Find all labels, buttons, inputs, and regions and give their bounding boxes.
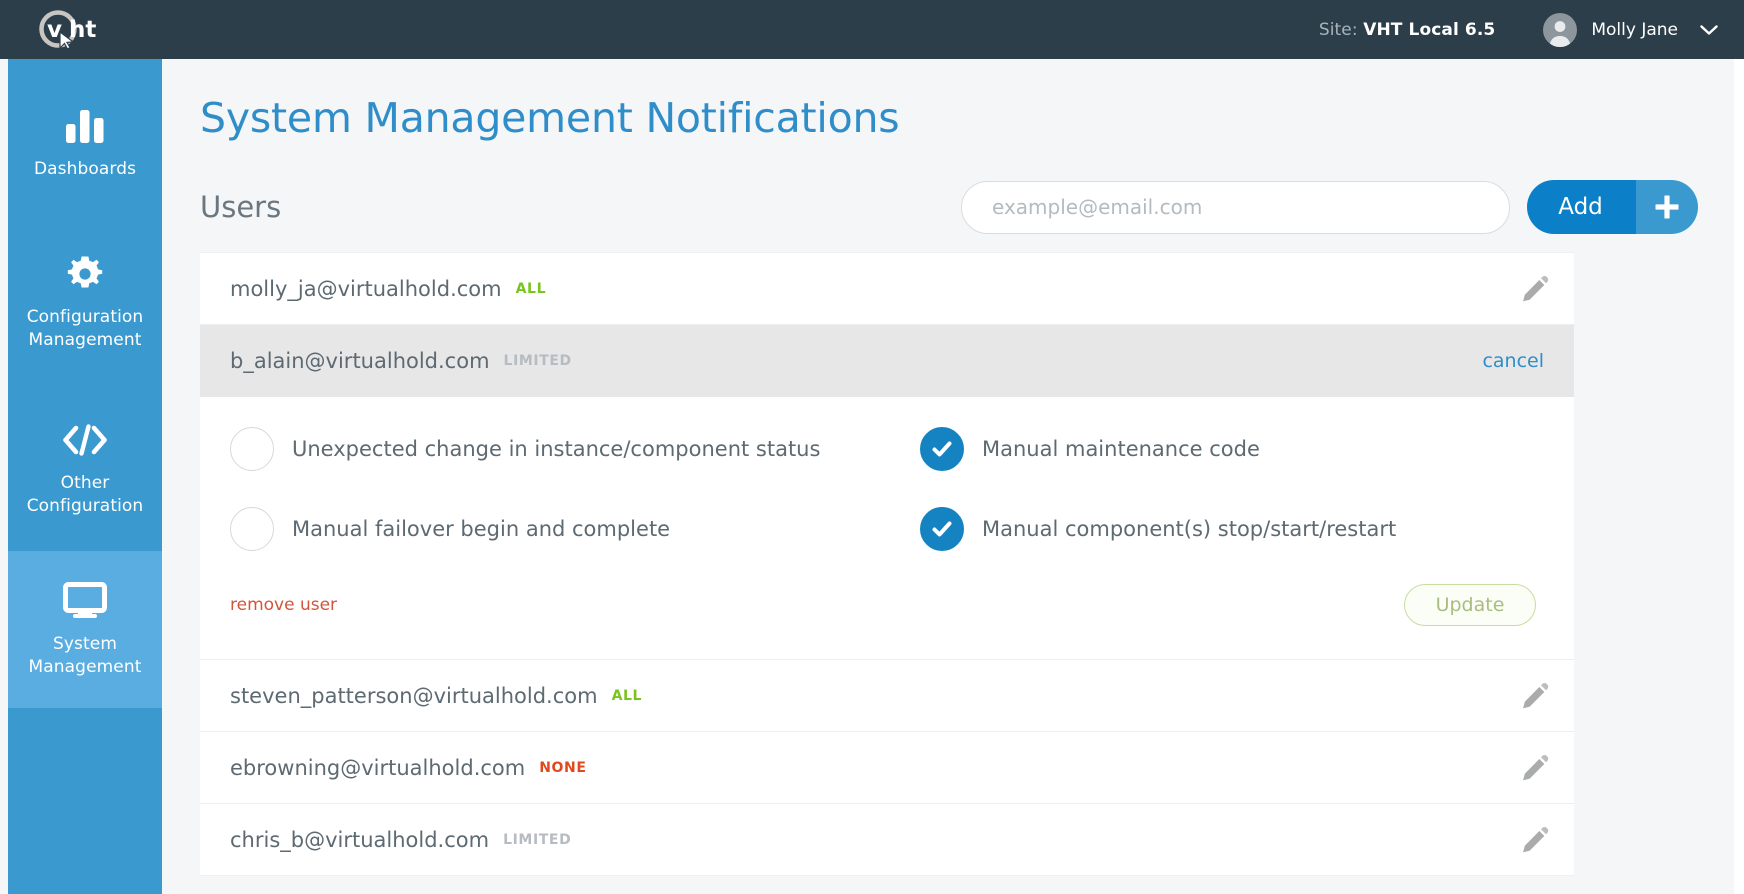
logo[interactable]: v ht (0, 0, 162, 59)
row-action (1520, 825, 1550, 855)
table-row[interactable]: steven_patterson@virtualhold.com ALL (200, 660, 1574, 732)
sidebar-item-label-line2: Management (28, 330, 142, 350)
table-row[interactable]: ebrowning@virtualhold.com NONE (200, 732, 1574, 804)
notification-options-grid: Unexpected change in instance/component … (230, 427, 1544, 551)
chevron-down-icon[interactable] (1700, 24, 1718, 36)
sidebar-item-label-line2: Configuration (26, 496, 144, 516)
option-label: Unexpected change in instance/component … (292, 437, 821, 461)
add-user-button[interactable]: Add (1527, 180, 1698, 234)
sidebar-item-label: Configuration Management (27, 306, 144, 352)
user-avatar-icon (1543, 12, 1578, 47)
status-badge: LIMITED (503, 353, 572, 369)
user-email: b_alain@virtualhold.com (230, 349, 490, 373)
table-row[interactable]: molly_ja@virtualhold.com ALL (200, 253, 1574, 325)
user-email: molly_ja@virtualhold.com (230, 276, 502, 301)
user-email: ebrowning@virtualhold.com (230, 755, 526, 780)
users-header: Users Add (162, 162, 1736, 252)
site-label: Site: VHT Local 6.5 (1319, 20, 1496, 40)
sidebar-item-system-management[interactable]: System Management (8, 551, 162, 708)
row-action (1520, 753, 1550, 783)
sidebar-item-label: System Management (29, 633, 142, 679)
cancel-link[interactable]: cancel (1482, 350, 1550, 372)
sidebar-item-configuration-management[interactable]: Configuration Management (8, 219, 162, 387)
site-prefix: Site: (1318, 19, 1358, 40)
user-email: chris_b@virtualhold.com (230, 827, 490, 852)
code-brackets-icon (62, 420, 108, 460)
edit-pencil-icon[interactable] (1520, 681, 1550, 711)
sidebar-item-label: Other Configuration (27, 472, 144, 518)
update-button[interactable]: Update (1404, 584, 1536, 626)
row-action (1520, 681, 1550, 711)
row-action: cancel (1482, 350, 1550, 372)
app-root: v ht Site: VHT Local 6.5 Molly Jane Dash… (0, 0, 1744, 894)
option-label: Manual component(s) stop/start/restart (982, 517, 1397, 541)
sidebar: Dashboards Configuration Management Othe… (8, 59, 162, 894)
notification-options-panel: Unexpected change in instance/component … (200, 397, 1574, 660)
user-email: steven_patterson@virtualhold.com (230, 683, 598, 708)
site-name: VHT Local 6.5 (1363, 19, 1496, 40)
window-bottom-edge (0, 890, 1744, 894)
checkbox-checked-icon[interactable] (920, 507, 964, 551)
option-label: Manual failover begin and complete (292, 517, 671, 541)
sidebar-item-label-line2: Management (28, 656, 142, 677)
vht-logo-icon: v ht (36, 9, 128, 50)
option-unexpected-change[interactable]: Unexpected change in instance/component … (230, 427, 920, 471)
sidebar-item-other-configuration[interactable]: Other Configuration (8, 387, 162, 551)
table-row[interactable]: b_alain@virtualhold.com LIMITED cancel (200, 325, 1574, 397)
option-manual-maintenance-code[interactable]: Manual maintenance code (920, 427, 1544, 471)
sidebar-item-label-line1: System (53, 633, 117, 654)
sidebar-item-label-line1: Other (60, 473, 110, 493)
email-input[interactable] (961, 180, 1510, 234)
option-label: Manual maintenance code (982, 437, 1260, 461)
checkbox-unchecked-icon[interactable] (230, 507, 274, 551)
panel-footer: remove user Update (230, 551, 1544, 659)
users-header-controls: Add (961, 180, 1698, 234)
svg-text:ht: ht (69, 17, 96, 43)
monitor-icon (63, 581, 107, 621)
row-action (1520, 274, 1550, 304)
sidebar-item-label-line1: Configuration (26, 307, 144, 327)
vertical-scrollbar[interactable] (1734, 59, 1744, 894)
checkbox-unchecked-icon[interactable] (230, 427, 274, 471)
plus-icon (1636, 180, 1698, 234)
page-title: System Management Notifications (200, 94, 900, 142)
sidebar-item-label: Dashboards (33, 158, 137, 179)
remove-user-link[interactable]: remove user (230, 595, 337, 615)
status-badge: LIMITED (503, 831, 572, 848)
users-section-title: Users (200, 190, 282, 224)
bar-chart-icon (64, 106, 106, 146)
main-content: System Management Notifications Users Ad… (162, 59, 1736, 894)
user-list: molly_ja@virtualhold.com ALL b_alain@vir… (200, 252, 1574, 876)
status-badge: NONE (539, 759, 587, 776)
option-manual-component-restart[interactable]: Manual component(s) stop/start/restart (920, 507, 1544, 551)
sidebar-item-dashboards[interactable]: Dashboards (8, 59, 162, 219)
top-bar-right: Site: VHT Local 6.5 Molly Jane (1319, 0, 1744, 59)
add-button-label: Add (1527, 180, 1636, 234)
user-name: Molly Jane (1591, 19, 1678, 40)
status-badge: ALL (611, 687, 643, 704)
user-menu[interactable]: Molly Jane (1543, 12, 1722, 47)
edit-pencil-icon[interactable] (1520, 753, 1550, 783)
status-badge: ALL (515, 280, 547, 297)
edit-pencil-icon[interactable] (1520, 274, 1550, 304)
gear-icon (65, 254, 105, 294)
checkbox-checked-icon[interactable] (920, 427, 964, 471)
option-manual-failover[interactable]: Manual failover begin and complete (230, 507, 920, 551)
table-row[interactable]: chris_b@virtualhold.com LIMITED (200, 804, 1574, 876)
edit-pencil-icon[interactable] (1520, 825, 1550, 855)
top-bar: v ht Site: VHT Local 6.5 Molly Jane (0, 0, 1744, 59)
